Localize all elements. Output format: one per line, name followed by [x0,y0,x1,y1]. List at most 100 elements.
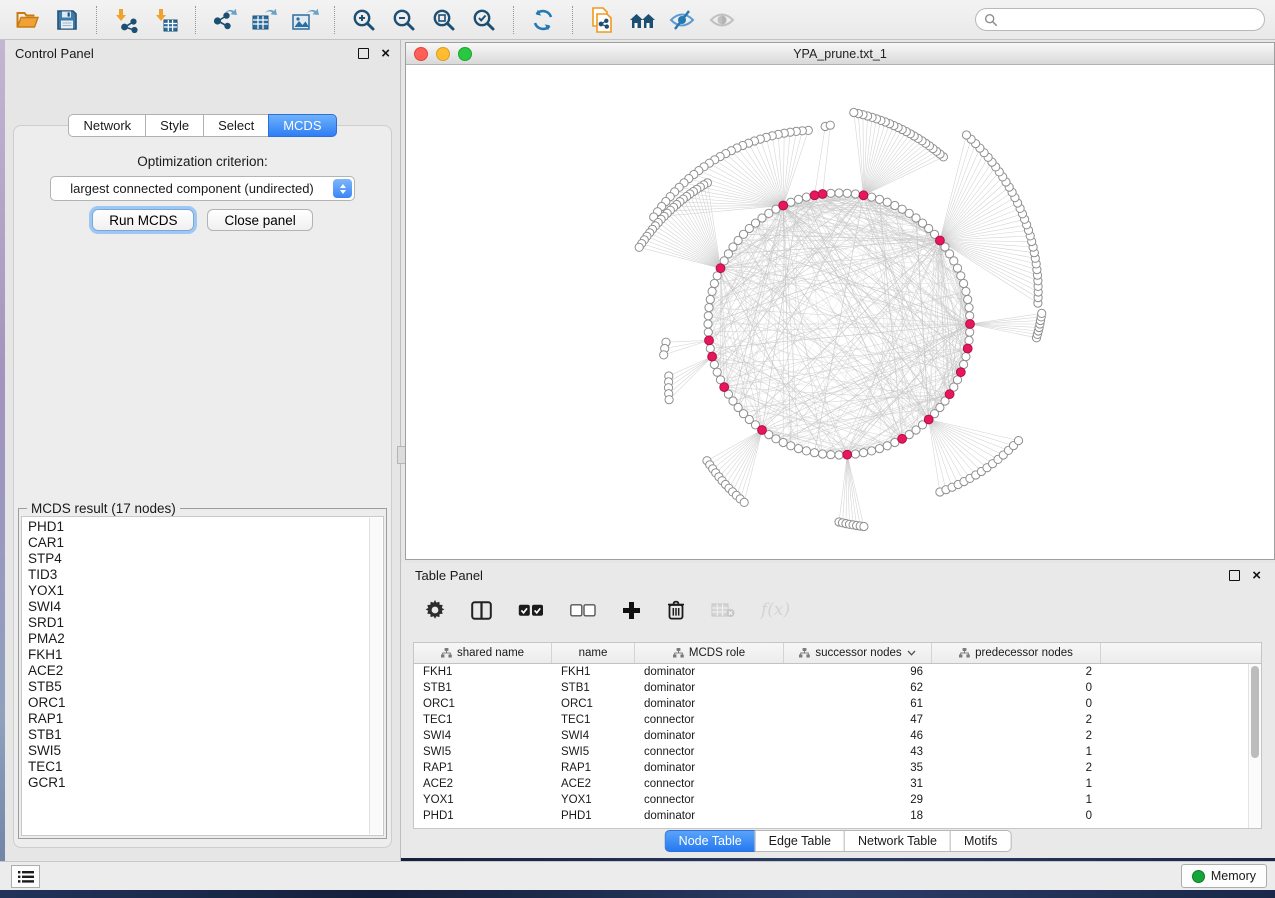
tab-select[interactable]: Select [203,114,268,137]
network-window-titlebar[interactable]: YPA_prune.txt_1 [406,43,1274,65]
result-node-pma2: PMA2 [28,631,383,647]
first-neighbors-icon[interactable] [623,4,661,36]
column-header-successor-nodes[interactable]: successor nodes [784,643,932,663]
export-network-icon[interactable] [206,4,244,36]
cell-shared-name: RAP1 [414,762,552,774]
column-label: predecessor nodes [975,647,1073,659]
save-session-icon[interactable] [48,4,86,36]
zoom-selected-icon[interactable] [465,4,503,36]
table-row-phd1[interactable]: PHD1PHD1dominator180 [414,808,1261,824]
column-header-shared-name[interactable]: shared name [414,643,552,663]
mcds-result-list[interactable]: PHD1CAR1STP4TID3YOX1SWI4SRD1PMA2FKH1ACE2… [21,516,384,836]
table-row-swi4[interactable]: SWI4SWI4dominator462 [414,728,1261,744]
result-node-tec1: TEC1 [28,759,383,775]
memory-button[interactable]: Memory [1181,864,1267,888]
table-row-rap1[interactable]: RAP1RAP1dominator352 [414,760,1261,776]
control-panel-title: Control Panel [15,46,358,61]
result-node-rap1: RAP1 [28,711,383,727]
table-scrollbar-thumb[interactable] [1251,666,1259,758]
network-search[interactable] [975,8,1265,31]
table-row-yox1[interactable]: YOX1YOX1connector291 [414,792,1261,808]
cell-predecessor-nodes: 2 [932,730,1101,742]
tab-style[interactable]: Style [145,114,203,137]
table-row-stb1[interactable]: STB1STB1dominator620 [414,680,1261,696]
column-header-name[interactable]: name [552,643,635,663]
hide-selected-icon[interactable] [663,4,701,36]
import-table-icon[interactable] [147,4,185,36]
column-selector-icon[interactable] [471,601,492,620]
delete-table-icon[interactable] [711,603,735,618]
cell-predecessor-nodes: 0 [932,810,1101,822]
zoom-out-icon[interactable] [385,4,423,36]
table-row-orc1[interactable]: ORC1ORC1dominator610 [414,696,1261,712]
select-all-icon[interactable] [518,604,544,617]
tab-node-table[interactable]: Node Table [665,830,755,852]
toolbar-separator [572,6,573,34]
delete-column-trash-icon[interactable] [667,600,685,620]
result-node-stp4: STP4 [28,551,383,567]
mcds-result-scrollbar[interactable] [369,518,382,834]
control-panel: Control Panel × NetworkStyleSelectMCDS O… [5,40,401,862]
tab-mcds[interactable]: MCDS [268,114,336,137]
table-scrollbar[interactable] [1248,664,1261,828]
export-table-icon[interactable] [246,4,284,36]
column-header-MCDS-role[interactable]: MCDS role [635,643,784,663]
tab-network-table[interactable]: Network Table [844,830,950,852]
table-row-tec1[interactable]: TEC1TEC1connector472 [414,712,1261,728]
cell-predecessor-nodes: 1 [932,778,1101,790]
table-row-fkh1[interactable]: FKH1FKH1dominator962 [414,664,1261,680]
zoom-in-icon[interactable] [345,4,383,36]
run-mcds-button[interactable]: Run MCDS [92,209,194,231]
table-settings-gear-icon[interactable] [425,600,445,620]
deselect-all-icon[interactable] [570,604,596,617]
search-input[interactable] [1003,12,1256,28]
float-panel-icon[interactable] [358,48,369,59]
function-builder-icon[interactable]: f(x) [761,600,790,620]
cell-shared-name: SWI4 [414,730,552,742]
criterion-label: Optimization criterion: [14,154,391,169]
cell-shared-name: YOX1 [414,794,552,806]
import-network-icon[interactable] [107,4,145,36]
create-column-icon[interactable] [622,601,641,620]
table-header-row: shared name name MCDS rolesuccessor nodes p… [414,643,1261,664]
memory-label: Memory [1211,869,1256,883]
cell-name: FKH1 [552,666,635,678]
cell-name: RAP1 [552,762,635,774]
close-panel-button[interactable]: Close panel [207,209,312,231]
network-canvas[interactable] [406,65,1274,559]
cell-MCDS-role: dominator [635,730,784,742]
result-node-swi5: SWI5 [28,743,383,759]
float-table-panel-icon[interactable] [1229,570,1240,581]
apply-layout-icon[interactable] [524,4,562,36]
task-history-button[interactable] [11,865,40,888]
close-table-panel-icon[interactable]: × [1252,568,1261,583]
list-icon [18,871,34,883]
tab-network[interactable]: Network [68,114,145,137]
column-label: name [579,647,608,659]
close-panel-icon[interactable]: × [381,46,390,61]
column-header-predecessor-nodes[interactable]: predecessor nodes [932,643,1101,663]
open-session-icon[interactable] [8,4,46,36]
dropdown-stepper-icon [333,179,352,198]
clone-network-icon[interactable] [583,4,621,36]
tab-motifs[interactable]: Motifs [950,830,1011,852]
cell-successor-nodes: 29 [784,794,932,806]
show-all-icon[interactable] [703,4,741,36]
fit-content-icon[interactable] [425,4,463,36]
mcds-result-groupbox: MCDS result (17 nodes) PHD1CAR1STP4TID3Y… [18,508,387,839]
cell-MCDS-role: connector [635,794,784,806]
result-node-car1: CAR1 [28,535,383,551]
tab-edge-table[interactable]: Edge Table [755,830,844,852]
criterion-dropdown[interactable]: largest connected component (undirected) [50,176,355,201]
memory-status-icon [1192,870,1205,883]
network-window: YPA_prune.txt_1 [405,42,1275,560]
cell-predecessor-nodes: 2 [932,762,1101,774]
cell-successor-nodes: 46 [784,730,932,742]
result-node-stb1: STB1 [28,727,383,743]
table-row-swi5[interactable]: SWI5SWI5connector431 [414,744,1261,760]
cell-successor-nodes: 35 [784,762,932,774]
toolbar-separator [513,6,514,34]
export-image-icon[interactable] [286,4,324,36]
shared-column-icon [959,648,970,658]
table-row-ace2[interactable]: ACE2ACE2connector311 [414,776,1261,792]
